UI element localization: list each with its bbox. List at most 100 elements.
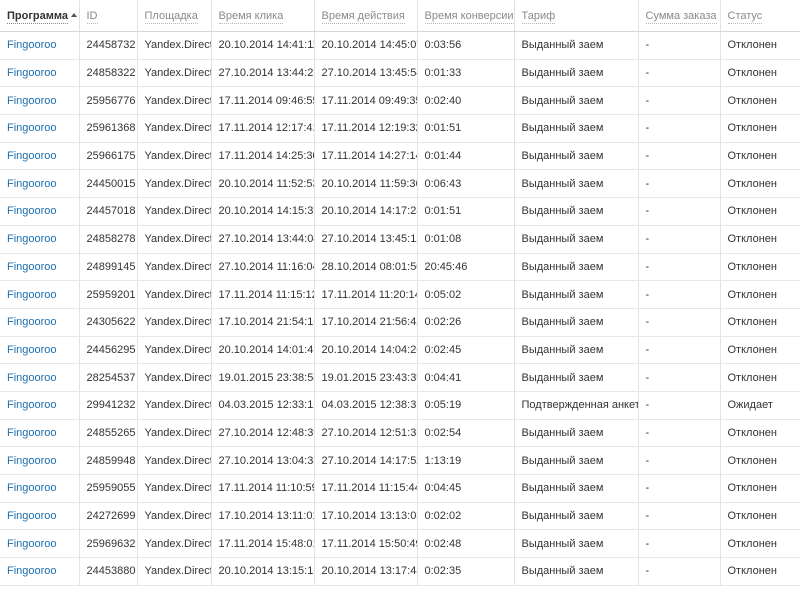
status-cell: Отклонен bbox=[720, 446, 800, 475]
click-time-cell: 17.11.2014 12:17:41 bbox=[211, 114, 315, 143]
program-cell: Fingooroo bbox=[0, 280, 80, 309]
column-header-label[interactable]: Программа bbox=[7, 9, 69, 24]
program-link[interactable]: Fingooroo bbox=[7, 67, 57, 79]
status-cell: Отклонен bbox=[720, 86, 800, 116]
program-link[interactable]: Fingooroo bbox=[7, 510, 57, 522]
program-link[interactable]: Fingooroo bbox=[7, 289, 57, 301]
column-header-program[interactable]: Программа bbox=[0, 0, 80, 32]
platform-cell: Yandex.Direct bbox=[137, 169, 212, 199]
tariff-cell: Выданный заем bbox=[514, 31, 639, 60]
click-time-cell: 27.10.2014 11:16:04 bbox=[211, 253, 315, 282]
column-header-status[interactable]: Статус bbox=[720, 0, 800, 32]
column-header-label[interactable]: Площадка bbox=[144, 9, 198, 24]
program-cell: Fingooroo bbox=[0, 391, 80, 420]
status-cell: Отклонен bbox=[720, 169, 800, 199]
table-row: Fingooroo 24899145 Yandex.Direct 27.10.2014… bbox=[0, 253, 800, 282]
table-row: Fingooroo 28254537 Yandex.Direct 19.01.2015… bbox=[0, 363, 800, 392]
status-cell: Отклонен bbox=[720, 419, 800, 448]
program-link[interactable]: Fingooroo bbox=[7, 316, 57, 328]
platform-cell: Yandex.Direct bbox=[137, 502, 212, 531]
id-cell: 25969632 bbox=[79, 529, 138, 559]
program-link[interactable]: Fingooroo bbox=[7, 233, 57, 245]
column-header-tariff[interactable]: Тариф bbox=[514, 0, 639, 32]
program-link[interactable]: Fingooroo bbox=[7, 178, 57, 190]
action-time-cell: 17.11.2014 12:19:32 bbox=[314, 114, 418, 143]
program-link[interactable]: Fingooroo bbox=[7, 95, 57, 107]
program-cell: Fingooroo bbox=[0, 336, 80, 365]
order-sum-cell: - bbox=[638, 169, 721, 199]
program-link[interactable]: Fingooroo bbox=[7, 455, 57, 467]
program-link[interactable]: Fingooroo bbox=[7, 344, 57, 356]
program-cell: Fingooroo bbox=[0, 86, 80, 116]
program-link[interactable]: Fingooroo bbox=[7, 565, 57, 577]
table-row: Fingooroo 24855265 Yandex.Direct 27.10.2014… bbox=[0, 419, 800, 448]
id-cell: 29941232 bbox=[79, 391, 138, 420]
id-cell: 24456295 bbox=[79, 336, 138, 365]
column-header-label[interactable]: Время конверсии bbox=[424, 9, 513, 24]
click-time-cell: 17.11.2014 15:48:01 bbox=[211, 529, 315, 559]
column-header-label[interactable]: Время действия bbox=[321, 9, 405, 24]
column-header-conversion-time[interactable]: Время конверсии bbox=[417, 0, 515, 32]
conversion-time-cell: 20:45:46 bbox=[417, 253, 515, 282]
platform-cell: Yandex.Direct bbox=[137, 336, 212, 365]
tariff-cell: Выданный заем bbox=[514, 169, 639, 199]
conversion-time-cell: 0:04:41 bbox=[417, 363, 515, 392]
status-cell: Отклонен bbox=[720, 253, 800, 282]
column-header-label[interactable]: Время клика bbox=[218, 9, 284, 24]
id-cell: 28254537 bbox=[79, 363, 138, 392]
id-cell: 25959055 bbox=[79, 474, 138, 503]
tariff-cell: Выданный заем bbox=[514, 446, 639, 475]
platform-cell: Yandex.Direct bbox=[137, 253, 212, 282]
program-cell: Fingooroo bbox=[0, 419, 80, 448]
program-link[interactable]: Fingooroo bbox=[7, 39, 57, 51]
platform-cell: Yandex.Direct bbox=[137, 86, 212, 116]
program-link[interactable]: Fingooroo bbox=[7, 482, 57, 494]
id-cell: 25961368 bbox=[79, 114, 138, 143]
column-header-label[interactable]: Сумма заказа bbox=[645, 9, 717, 24]
program-link[interactable]: Fingooroo bbox=[7, 399, 57, 411]
column-header-label[interactable]: Статус bbox=[727, 9, 763, 24]
order-sum-cell: - bbox=[638, 391, 721, 420]
tariff-cell: Выданный заем bbox=[514, 280, 639, 309]
action-time-cell: 17.10.2014 13:13:03 bbox=[314, 502, 418, 531]
program-link[interactable]: Fingooroo bbox=[7, 122, 57, 134]
column-header-order-sum[interactable]: Сумма заказа bbox=[638, 0, 721, 32]
table-row: Fingooroo 24453880 Yandex.Direct 20.10.2014… bbox=[0, 557, 800, 586]
column-header-id[interactable]: ID bbox=[79, 0, 138, 32]
action-time-cell: 20.10.2014 11:59:36 bbox=[314, 169, 418, 199]
column-header-click-time[interactable]: Время клика bbox=[211, 0, 315, 32]
status-cell: Отклонен bbox=[720, 308, 800, 337]
table-row: Fingooroo 24457018 Yandex.Direct 20.10.2014… bbox=[0, 197, 800, 226]
status-cell: Отклонен bbox=[720, 280, 800, 309]
program-link[interactable]: Fingooroo bbox=[7, 372, 57, 384]
program-link[interactable]: Fingooroo bbox=[7, 538, 57, 550]
order-sum-cell: - bbox=[638, 474, 721, 503]
action-time-cell: 20.10.2014 14:17:28 bbox=[314, 197, 418, 226]
id-cell: 24899145 bbox=[79, 253, 138, 282]
action-time-cell: 28.10.2014 08:01:50 bbox=[314, 253, 418, 282]
table-row: Fingooroo 25959055 Yandex.Direct 17.11.2014… bbox=[0, 474, 800, 503]
action-time-cell: 04.03.2015 12:38:31 bbox=[314, 391, 418, 420]
table-row: Fingooroo 24450015 Yandex.Direct 20.10.2014… bbox=[0, 169, 800, 199]
status-cell: Отклонен bbox=[720, 557, 800, 586]
tariff-cell: Выданный заем bbox=[514, 142, 639, 171]
column-header-platform[interactable]: Площадка bbox=[137, 0, 212, 32]
program-link[interactable]: Fingooroo bbox=[7, 205, 57, 217]
action-time-cell: 17.10.2014 21:56:42 bbox=[314, 308, 418, 337]
id-cell: 24858278 bbox=[79, 225, 138, 254]
platform-cell: Yandex.Direct bbox=[137, 557, 212, 586]
program-cell: Fingooroo bbox=[0, 59, 80, 88]
status-cell: Отклонен bbox=[720, 529, 800, 559]
program-link[interactable]: Fingooroo bbox=[7, 427, 57, 439]
column-header-label[interactable]: ID bbox=[86, 9, 98, 24]
tariff-cell: Выданный заем bbox=[514, 502, 639, 531]
column-header-label[interactable]: Тариф bbox=[521, 9, 556, 24]
conversion-time-cell: 0:02:45 bbox=[417, 336, 515, 365]
column-header-action-time[interactable]: Время действия bbox=[314, 0, 418, 32]
tariff-cell: Выданный заем bbox=[514, 114, 639, 143]
program-link[interactable]: Fingooroo bbox=[7, 150, 57, 162]
table-row: Fingooroo 24858278 Yandex.Direct 27.10.2014… bbox=[0, 225, 800, 254]
conversion-time-cell: 0:02:26 bbox=[417, 308, 515, 337]
program-link[interactable]: Fingooroo bbox=[7, 261, 57, 273]
action-time-cell: 27.10.2014 13:45:12 bbox=[314, 225, 418, 254]
